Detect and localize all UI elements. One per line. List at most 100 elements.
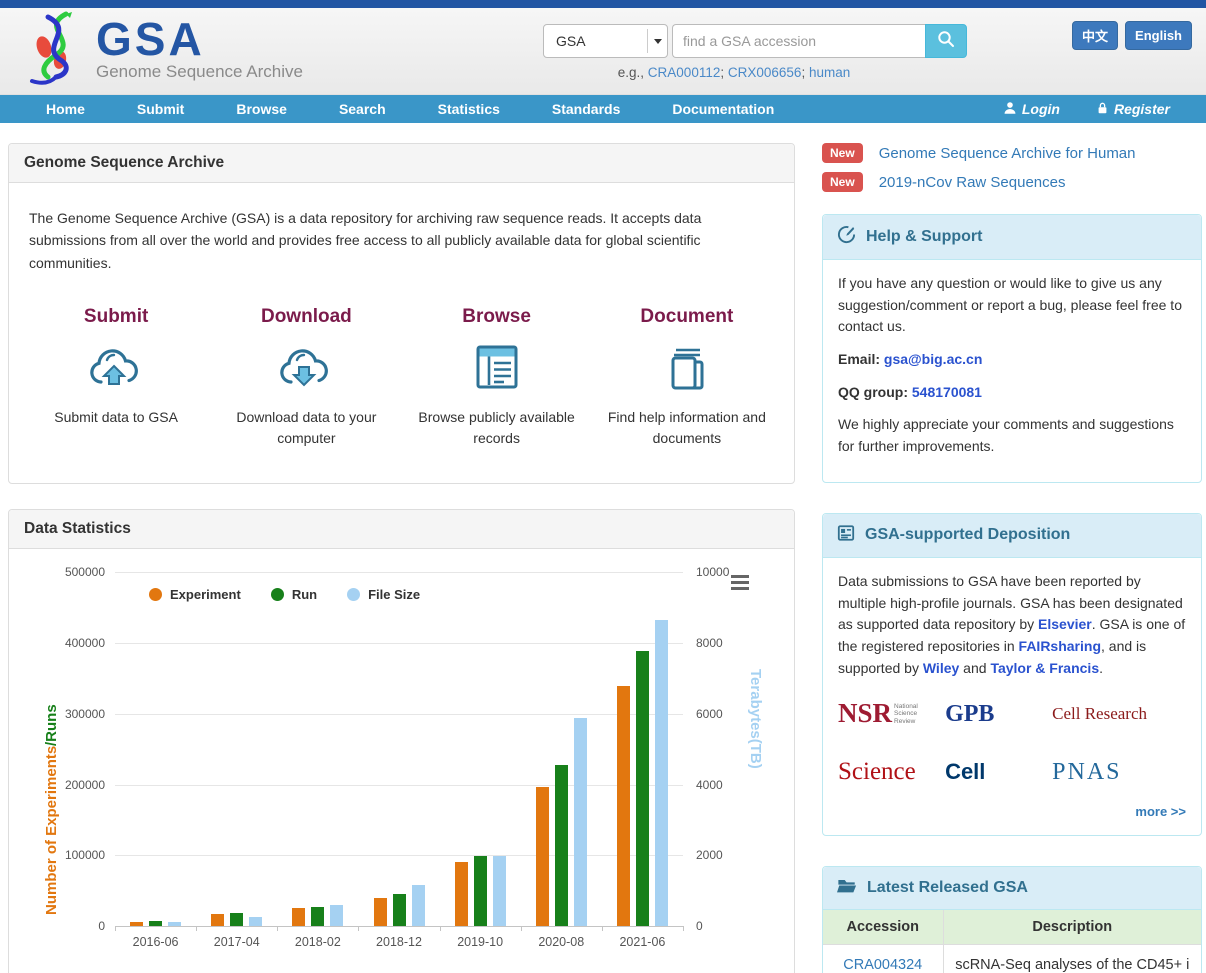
feature-download[interactable]: Download Download data to your computer <box>211 306 401 449</box>
feature-document[interactable]: Document Find help information and docum… <box>592 306 782 449</box>
gridline <box>115 785 683 786</box>
journal-logo-cell[interactable]: Cell <box>945 755 1052 789</box>
feature-browse[interactable]: Browse Browse <box>402 306 592 449</box>
journal-logo-pnas[interactable]: PNAS <box>1052 754 1186 791</box>
example-link-3[interactable]: human <box>809 65 850 80</box>
col-header-description: Description <box>943 910 1201 945</box>
intro-panel-title: Genome Sequence Archive <box>9 144 794 183</box>
bar-experiment[interactable] <box>536 787 549 926</box>
bar-run[interactable] <box>474 856 487 926</box>
legend-item-filesize[interactable]: File Size <box>347 587 420 602</box>
example-link-2[interactable]: CRX006656 <box>728 65 802 80</box>
right-axis-tick: 8000 <box>696 636 748 650</box>
bar-file-size[interactable] <box>493 856 506 926</box>
nav-item-search[interactable]: Search <box>313 95 412 123</box>
deposition-title: GSA-supported Deposition <box>865 526 1070 544</box>
lang-chinese-button[interactable]: 中文 <box>1072 21 1118 50</box>
nav-item-submit[interactable]: Submit <box>111 95 210 123</box>
bar-file-size[interactable] <box>249 917 262 927</box>
chevron-down-icon <box>654 39 662 44</box>
right-axis-tick: 0 <box>696 919 748 933</box>
left-axis-tick: 100000 <box>53 848 105 862</box>
left-axis-tick: 400000 <box>53 636 105 650</box>
journal-logo-science[interactable]: Science <box>838 753 945 792</box>
qq-group-link[interactable]: 548170081 <box>912 384 982 400</box>
help-support-title: Help & Support <box>866 228 982 246</box>
x-axis-tick <box>683 926 684 931</box>
latest-released-title: Latest Released GSA <box>867 879 1028 897</box>
journal-logo-gpb[interactable]: GPB <box>945 696 1052 733</box>
right-axis-tick: 2000 <box>696 848 748 862</box>
bar-run[interactable] <box>555 765 568 926</box>
search-scope-value: GSA <box>544 33 647 49</box>
search-button[interactable] <box>925 24 967 58</box>
wiley-link[interactable]: Wiley <box>923 660 959 676</box>
fairsharing-link[interactable]: FAIRsharing <box>1019 638 1101 654</box>
deposition-text: Data submissions to GSA have been report… <box>838 571 1186 679</box>
x-axis-tick <box>115 926 116 931</box>
bar-file-size[interactable] <box>168 922 181 927</box>
left-axis-tick: 0 <box>53 919 105 933</box>
nav-item-statistics[interactable]: Statistics <box>412 95 526 123</box>
lang-english-button[interactable]: English <box>1125 21 1192 50</box>
search-input[interactable] <box>672 24 925 58</box>
taylor-francis-link[interactable]: Taylor & Francis <box>990 660 1099 676</box>
bar-run[interactable] <box>230 913 243 926</box>
cloud-upload-icon <box>85 379 147 396</box>
nav-item-home[interactable]: Home <box>20 95 111 123</box>
bar-run[interactable] <box>393 894 406 926</box>
documents-icon <box>662 379 712 396</box>
nav-item-browse[interactable]: Browse <box>210 95 313 123</box>
cloud-download-icon <box>275 379 337 396</box>
bar-run[interactable] <box>311 907 324 926</box>
feature-submit[interactable]: Submit Submit data to GSA <box>21 306 211 449</box>
bar-experiment[interactable] <box>455 862 468 926</box>
bar-file-size[interactable] <box>412 885 425 926</box>
news-link-ncov[interactable]: 2019-nCov Raw Sequences <box>879 174 1066 191</box>
bar-run[interactable] <box>149 921 162 926</box>
bar-file-size[interactable] <box>330 905 343 926</box>
x-axis-label: 2020-08 <box>521 935 602 949</box>
bar-experiment[interactable] <box>211 914 224 926</box>
bar-file-size[interactable] <box>574 718 587 927</box>
nav-item-standards[interactable]: Standards <box>526 95 646 123</box>
example-link-1[interactable]: CRA000112 <box>648 65 721 80</box>
bar-experiment[interactable] <box>130 922 143 927</box>
bar-experiment[interactable] <box>374 898 387 926</box>
elsevier-link[interactable]: Elsevier <box>1038 616 1092 632</box>
x-axis-label: 2016-06 <box>115 935 196 949</box>
lock-icon <box>1096 101 1109 118</box>
top-accent-strip <box>0 0 1206 8</box>
select-caret-box <box>647 29 667 53</box>
bar-experiment[interactable] <box>292 908 305 926</box>
help-outro-text: We highly appreciate your comments and s… <box>838 414 1186 457</box>
dna-helix-icon <box>26 11 90 96</box>
email-link[interactable]: gsa@big.ac.cn <box>884 351 982 367</box>
bar-file-size[interactable] <box>655 620 668 926</box>
nav-item-documentation[interactable]: Documentation <box>646 95 800 123</box>
data-statistics-chart: Experiment Run File Size Number of Exper… <box>9 549 794 973</box>
deposition-panel: GSA-supported Deposition Data submission… <box>822 513 1202 836</box>
journal-logo-cell-research[interactable]: Cell Research <box>1052 701 1186 727</box>
x-axis-label: 2019-10 <box>440 935 521 949</box>
more-link[interactable]: more >> <box>838 802 1186 822</box>
search-scope-select[interactable]: GSA <box>543 24 668 58</box>
news-link-gsa-human[interactable]: Genome Sequence Archive for Human <box>879 145 1136 162</box>
x-axis-label: 2017-04 <box>196 935 277 949</box>
legend-dot-experiment <box>149 588 162 601</box>
accession-link[interactable]: CRA004324 <box>843 957 922 973</box>
gsa-logo[interactable]: GSA Genome Sequence Archive <box>26 11 303 96</box>
login-link[interactable]: Login <box>1003 101 1060 118</box>
user-icon <box>1003 101 1017 118</box>
bar-experiment[interactable] <box>617 686 630 926</box>
journal-logo-nsr[interactable]: NSR National Science Review <box>838 693 945 735</box>
folder-icon <box>837 877 857 899</box>
legend-item-run[interactable]: Run <box>271 587 317 602</box>
bar-run[interactable] <box>636 651 649 926</box>
register-link[interactable]: Register <box>1096 101 1170 118</box>
news-row-2: New 2019-nCov Raw Sequences <box>822 172 1202 192</box>
x-axis-label: 2018-02 <box>277 935 358 949</box>
gridline <box>115 714 683 715</box>
legend-item-experiment[interactable]: Experiment <box>149 587 241 602</box>
journal-list-icon <box>837 524 855 547</box>
